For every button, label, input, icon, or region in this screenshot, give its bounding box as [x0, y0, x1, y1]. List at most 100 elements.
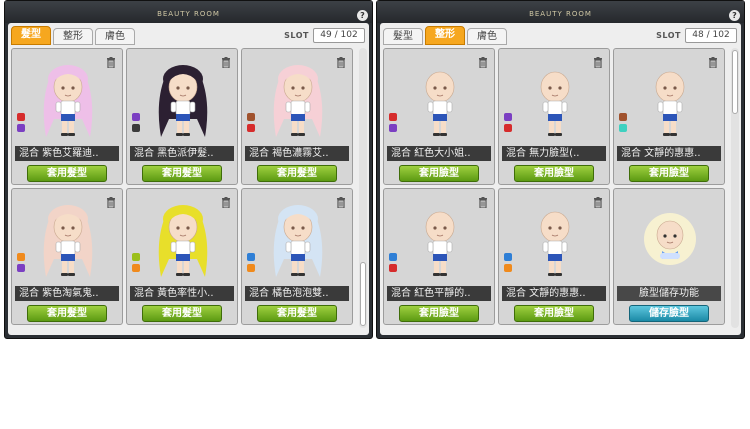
color-swatches — [247, 253, 255, 275]
style-name: 混合 紅色平靜的.. — [387, 286, 491, 301]
tab-hair[interactable]: 髮型 — [383, 28, 423, 45]
color-swatch[interactable] — [132, 253, 140, 261]
color-swatch[interactable] — [247, 124, 255, 132]
tab-face[interactable]: 整形 — [425, 26, 465, 45]
style-name: 混合 無力臉型(.. — [502, 146, 606, 161]
color-swatch[interactable] — [17, 113, 25, 121]
color-swatches — [132, 113, 140, 135]
color-swatch[interactable] — [17, 253, 25, 261]
tab-skin[interactable]: 膚色 — [467, 28, 507, 45]
scroll-thumb[interactable] — [360, 262, 366, 326]
scroll-thumb[interactable] — [732, 50, 738, 114]
character-preview — [20, 57, 116, 145]
style-card[interactable]: 混合 文靜的惠惠.. 套用臉型 — [613, 48, 725, 185]
apply-face-button[interactable]: 套用臉型 — [399, 165, 479, 182]
style-card[interactable]: 混合 紅色平靜的.. 套用臉型 — [383, 188, 495, 325]
color-swatches — [17, 113, 25, 135]
beauty-room-hair-window: BEAUTY ROOM ? 髮型 整形 膚色 SLOT 49 / 102 混合 … — [4, 0, 373, 339]
help-icon[interactable]: ? — [357, 10, 368, 21]
color-swatches — [247, 113, 255, 135]
color-swatch[interactable] — [17, 124, 25, 132]
style-card[interactable]: 臉型儲存功能 儲存臉型 — [613, 188, 725, 325]
character-preview — [135, 197, 231, 285]
color-swatches — [389, 253, 397, 275]
color-swatches — [389, 113, 397, 135]
style-card[interactable]: 混合 橘色泡泡雙.. 套用髮型 — [241, 188, 353, 325]
color-swatch[interactable] — [132, 124, 140, 132]
character-preview — [507, 57, 603, 145]
style-card[interactable]: 混合 黑色派伊髮.. 套用髮型 — [126, 48, 238, 185]
save-face-icon — [622, 197, 718, 285]
color-swatch[interactable] — [17, 264, 25, 272]
style-card[interactable]: 混合 褐色濃霧艾.. 套用髮型 — [241, 48, 353, 185]
tab-skin[interactable]: 膚色 — [95, 28, 135, 45]
style-card[interactable]: 混合 紫色淘氣鬼.. 套用髮型 — [11, 188, 123, 325]
style-name: 混合 文靜的惠惠.. — [502, 286, 606, 301]
color-swatch[interactable] — [389, 253, 397, 261]
character-preview — [622, 57, 718, 145]
apply-face-button[interactable]: 套用臉型 — [514, 165, 594, 182]
style-card[interactable]: 混合 文靜的惠惠.. 套用臉型 — [498, 188, 610, 325]
color-swatches — [504, 113, 512, 135]
tab-face[interactable]: 整形 — [53, 28, 93, 45]
tab-bar: 髮型 整形 膚色 — [11, 26, 137, 45]
window-title: BEAUTY ROOM — [529, 10, 592, 18]
style-name: 臉型儲存功能 — [617, 286, 721, 301]
tab-hair[interactable]: 髮型 — [11, 26, 51, 45]
character-preview — [507, 197, 603, 285]
apply-face-button[interactable]: 套用臉型 — [629, 165, 709, 182]
color-swatch[interactable] — [247, 113, 255, 121]
character-preview — [135, 57, 231, 145]
style-name: 混合 黑色派伊髮.. — [130, 146, 234, 161]
apply-hair-button[interactable]: 套用髮型 — [257, 165, 337, 182]
apply-hair-button[interactable]: 套用髮型 — [257, 305, 337, 322]
color-swatch[interactable] — [132, 113, 140, 121]
help-icon[interactable]: ? — [729, 10, 740, 21]
style-name: 混合 文靜的惠惠.. — [617, 146, 721, 161]
style-name: 混合 紅色大小姐.. — [387, 146, 491, 161]
content-panel: 髮型 整形 膚色 SLOT 49 / 102 混合 紫色艾羅迪.. 套用髮型 混合 … — [8, 23, 369, 335]
character-preview — [392, 197, 488, 285]
window-title: BEAUTY ROOM — [157, 10, 220, 18]
apply-face-button[interactable]: 套用臉型 — [514, 305, 594, 322]
slot-value: 48 / 102 — [685, 27, 737, 43]
color-swatch[interactable] — [389, 264, 397, 272]
style-name: 混合 褐色濃霧艾.. — [245, 146, 349, 161]
apply-hair-button[interactable]: 套用髮型 — [142, 305, 222, 322]
color-swatch[interactable] — [619, 113, 627, 121]
character-preview — [392, 57, 488, 145]
color-swatch[interactable] — [504, 253, 512, 261]
apply-face-button[interactable]: 套用臉型 — [399, 305, 479, 322]
tab-bar: 髮型 整形 膚色 — [383, 26, 509, 45]
slot-counter: SLOT 48 / 102 — [656, 27, 737, 43]
color-swatch[interactable] — [619, 124, 627, 132]
style-card[interactable]: 混合 紫色艾羅迪.. 套用髮型 — [11, 48, 123, 185]
apply-hair-button[interactable]: 套用髮型 — [142, 165, 222, 182]
color-swatch[interactable] — [247, 253, 255, 261]
color-swatches — [504, 253, 512, 275]
style-card[interactable]: 混合 無力臉型(.. 套用臉型 — [498, 48, 610, 185]
character-preview — [20, 197, 116, 285]
title-bar[interactable]: BEAUTY ROOM ? — [5, 1, 372, 23]
content-panel: 髮型 整形 膚色 SLOT 48 / 102 混合 紅色大小姐.. 套用臉型 混合 … — [380, 23, 741, 335]
color-swatch[interactable] — [504, 113, 512, 121]
style-name: 混合 紫色艾羅迪.. — [15, 146, 119, 161]
apply-hair-button[interactable]: 套用髮型 — [27, 305, 107, 322]
apply-hair-button[interactable]: 套用髮型 — [27, 165, 107, 182]
scrollbar[interactable] — [359, 48, 367, 328]
color-swatches — [17, 253, 25, 275]
color-swatch[interactable] — [389, 113, 397, 121]
color-swatch[interactable] — [504, 264, 512, 272]
style-name: 混合 橘色泡泡雙.. — [245, 286, 349, 301]
style-card[interactable]: 混合 黃色率性小.. 套用髮型 — [126, 188, 238, 325]
style-name: 混合 黃色率性小.. — [130, 286, 234, 301]
title-bar[interactable]: BEAUTY ROOM ? — [377, 1, 744, 23]
color-swatch[interactable] — [389, 124, 397, 132]
color-swatch[interactable] — [247, 264, 255, 272]
scrollbar[interactable] — [731, 48, 739, 328]
save-face-button[interactable]: 儲存臉型 — [629, 305, 709, 322]
color-swatch[interactable] — [504, 124, 512, 132]
color-swatches — [619, 113, 627, 135]
color-swatch[interactable] — [132, 264, 140, 272]
style-card[interactable]: 混合 紅色大小姐.. 套用臉型 — [383, 48, 495, 185]
